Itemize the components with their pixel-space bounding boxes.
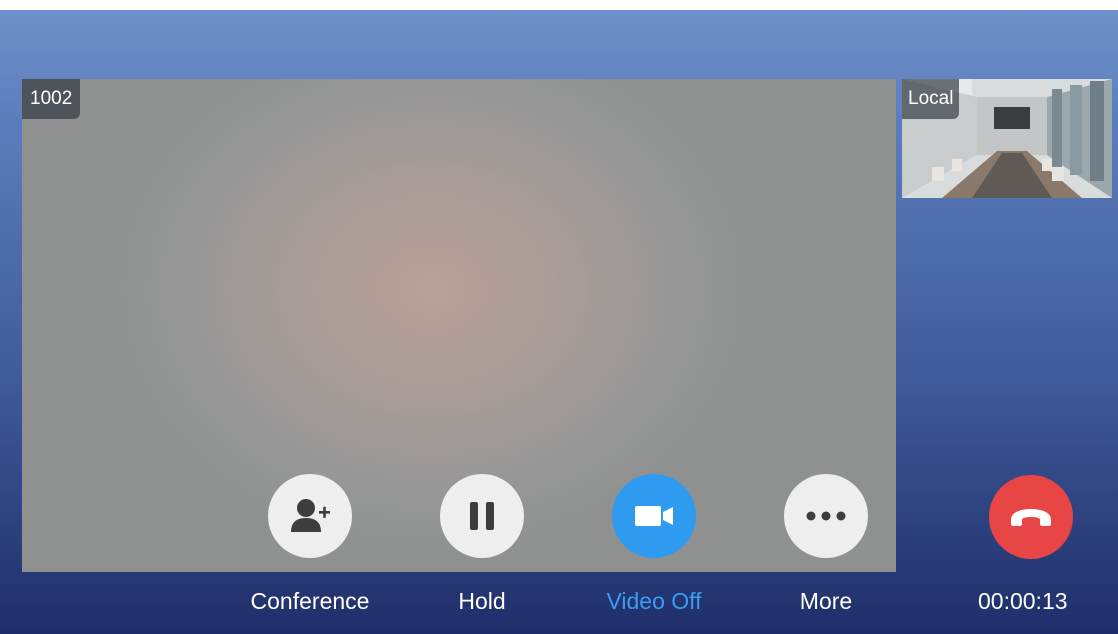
remote-caller-label: 1002: [22, 79, 81, 119]
call-timer: 00:00:13: [978, 588, 1068, 614]
local-video-preview[interactable]: Local: [902, 79, 1112, 198]
hold-button[interactable]: [440, 474, 524, 558]
end-call-button[interactable]: [989, 475, 1073, 559]
video-off-label: Video Off: [606, 588, 702, 614]
conference-button[interactable]: [268, 474, 352, 558]
video-off-button[interactable]: [612, 474, 696, 558]
more-button[interactable]: [784, 474, 868, 558]
conference-label: Conference: [250, 588, 370, 614]
add-person-icon: [291, 499, 330, 532]
top-edge: [0, 0, 1118, 10]
video-camera-icon: [635, 506, 673, 526]
more-label: More: [799, 588, 853, 614]
hang-up-icon: [1011, 509, 1051, 526]
more-dots-icon: [806, 511, 846, 521]
hold-label: Hold: [458, 588, 506, 614]
pause-icon: [470, 502, 494, 530]
local-label: Local: [902, 79, 960, 119]
